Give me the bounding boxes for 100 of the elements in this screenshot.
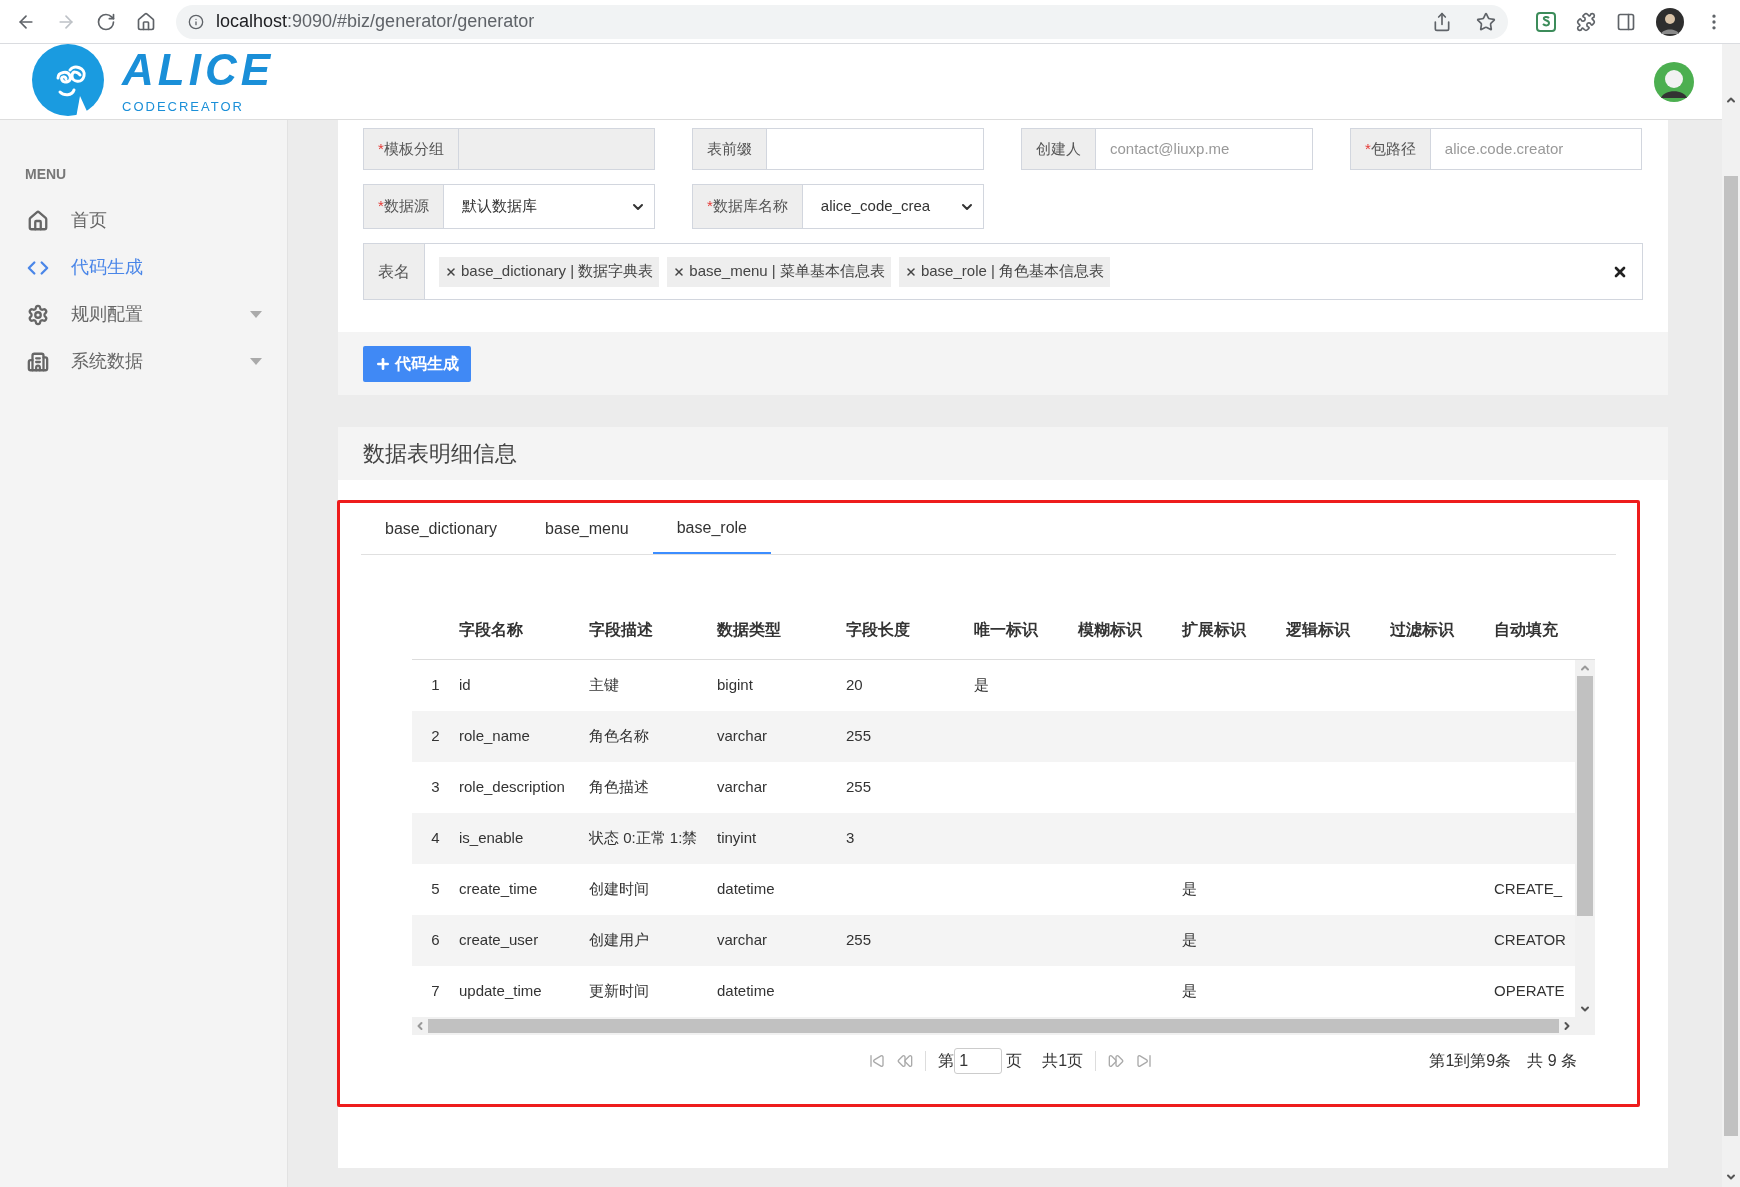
scrollbar-thumb[interactable]	[428, 1019, 1559, 1033]
select-field[interactable]: alice_code_crea	[802, 184, 984, 229]
table-cell-text: role_description	[459, 777, 566, 798]
total-pages: 共1页	[1042, 1051, 1084, 1071]
table-cell-text: 4	[430, 828, 441, 849]
tab[interactable]: base_dictionary	[361, 503, 522, 554]
column-header: 字段长度	[846, 619, 911, 640]
table-cell-text: CREATE_	[1494, 879, 1564, 900]
horizontal-scrollbar[interactable]	[412, 1017, 1595, 1035]
field-label: *模板分组	[363, 128, 459, 170]
table-cell-text: 6	[430, 930, 441, 951]
table-cell-text: is_enable	[459, 828, 525, 849]
text-field[interactable]: alice.code.creator	[1430, 128, 1642, 170]
column-header: 数据类型	[717, 619, 782, 640]
info-icon	[188, 13, 204, 30]
tab[interactable]: base_menu	[521, 503, 653, 554]
menu-item-icon	[27, 209, 49, 232]
sidebar-item[interactable]: 首页	[0, 197, 287, 244]
column-header: 过滤标识	[1390, 619, 1455, 640]
table-cell-text: 是	[1182, 981, 1198, 1002]
field-label: *包路径	[1350, 128, 1431, 170]
table-cell-text: CREATOR	[1494, 930, 1567, 951]
table-cell-text: varchar	[717, 777, 769, 798]
table-cell-text: 1	[430, 675, 441, 696]
record-total: 共 9 条	[1527, 1051, 1577, 1071]
table-cell-text: 20	[846, 675, 864, 696]
menu-item-icon	[27, 350, 49, 373]
select-field[interactable]: 默认数据库	[443, 184, 655, 229]
page-label: 页	[1006, 1051, 1023, 1071]
menu-heading: MENU	[24, 165, 68, 184]
table-cell-text: 255	[846, 777, 873, 798]
profile-avatar[interactable]	[1656, 7, 1684, 36]
table-cell-text: OPERATE	[1494, 981, 1566, 1002]
table-cell-text: update_time	[459, 981, 543, 1002]
text-field[interactable]	[767, 128, 984, 170]
table-row[interactable]: 2 role_name 角色名称 varchar 255	[412, 711, 1575, 762]
table-cell-text: 角色描述	[589, 777, 650, 798]
url-text: localhost:9090/#biz/generator/generator	[216, 10, 536, 33]
table-cell-text: datetime	[717, 879, 776, 900]
table-cell-text: 更新时间	[589, 981, 650, 1002]
column-header: 模糊标识	[1078, 619, 1143, 640]
column-header: 逻辑标识	[1286, 619, 1351, 640]
table-cell-text: 是	[1182, 879, 1198, 900]
table-cell-text: 7	[430, 981, 441, 1002]
table-cell-text: role_name	[459, 726, 531, 747]
side-panel-icon[interactable]	[1616, 11, 1636, 32]
dropdown-caret-icon	[250, 311, 262, 318]
table-cell-text: 3	[430, 777, 441, 798]
record-range: 第1到第9条	[1429, 1051, 1512, 1071]
table-cell-text: create_time	[459, 879, 539, 900]
table-cell-text: 创建用户	[589, 930, 650, 951]
table-cell-text: 255	[846, 726, 873, 747]
table-cell-text: 状态 0:正常 1:禁	[589, 828, 699, 849]
scrollbar-thumb[interactable]	[1577, 676, 1593, 916]
table-cell-text: datetime	[717, 981, 776, 1002]
address-bar[interactable]: localhost:9090/#biz/generator/generator	[176, 4, 1508, 39]
logo-title: ALICE	[122, 46, 274, 93]
home-icon[interactable]	[136, 11, 156, 32]
field-label: 创建人	[1021, 128, 1096, 170]
user-avatar[interactable]	[1654, 61, 1694, 102]
table-cell-text: 5	[430, 879, 441, 900]
table-cell-text: 主键	[589, 675, 620, 696]
extensions-icon[interactable]	[1576, 11, 1596, 32]
column-header: 字段名称	[459, 619, 524, 640]
bookmark-star-icon[interactable]	[1476, 11, 1496, 32]
page-input[interactable]: 1	[954, 1048, 1003, 1074]
table-cell-text: bigint	[717, 675, 754, 696]
table-cell-text: 角色名称	[589, 726, 650, 747]
table-cell-text: 3	[846, 828, 856, 849]
table-cell-text: tinyint	[717, 828, 758, 849]
table-row[interactable]: 6 create_user 创建用户 varchar 255 是 CREATOR	[412, 915, 1575, 966]
logo-subtitle: CODECREATOR	[122, 97, 245, 116]
column-header: 自动填充	[1494, 619, 1559, 640]
table-cell-text: 创建时间	[589, 879, 650, 900]
table-cell-text: 是	[1182, 930, 1198, 951]
page-scrollbar[interactable]	[1722, 44, 1740, 1187]
menu-item-icon	[27, 303, 49, 326]
tab[interactable]: base_role	[652, 503, 771, 554]
sidebar-item[interactable]: 规则配置	[0, 291, 287, 338]
plus-icon	[375, 355, 391, 372]
table-cell-text: 255	[846, 930, 873, 951]
scrollbar-thumb[interactable]	[1724, 176, 1738, 1136]
field-label: 表前缀	[692, 128, 767, 170]
sidebar-item[interactable]: 系统数据	[0, 338, 287, 385]
table-row[interactable]: 4 is_enable 状态 0:正常 1:禁 tinyint 3	[412, 813, 1575, 864]
table-cell-text: varchar	[717, 930, 769, 951]
reload-icon[interactable]	[96, 11, 116, 32]
share-icon[interactable]	[1432, 11, 1452, 32]
table-cell-text: create_user	[459, 930, 540, 951]
field-label: *数据源	[363, 184, 444, 229]
section-title: 数据表明细信息	[363, 440, 517, 468]
field-label: *数据库名称	[692, 184, 803, 229]
table-cell-text: varchar	[717, 726, 769, 747]
vertical-scrollbar[interactable]	[1575, 660, 1595, 1017]
column-header: 字段描述	[589, 619, 654, 640]
table-cell-text: 是	[974, 675, 990, 696]
table-cell-text: id	[459, 675, 472, 696]
extension-icon[interactable]	[1536, 11, 1556, 32]
table-cell-text: 2	[430, 726, 441, 747]
text-field[interactable]: contact@liuxp.me	[1096, 128, 1313, 170]
